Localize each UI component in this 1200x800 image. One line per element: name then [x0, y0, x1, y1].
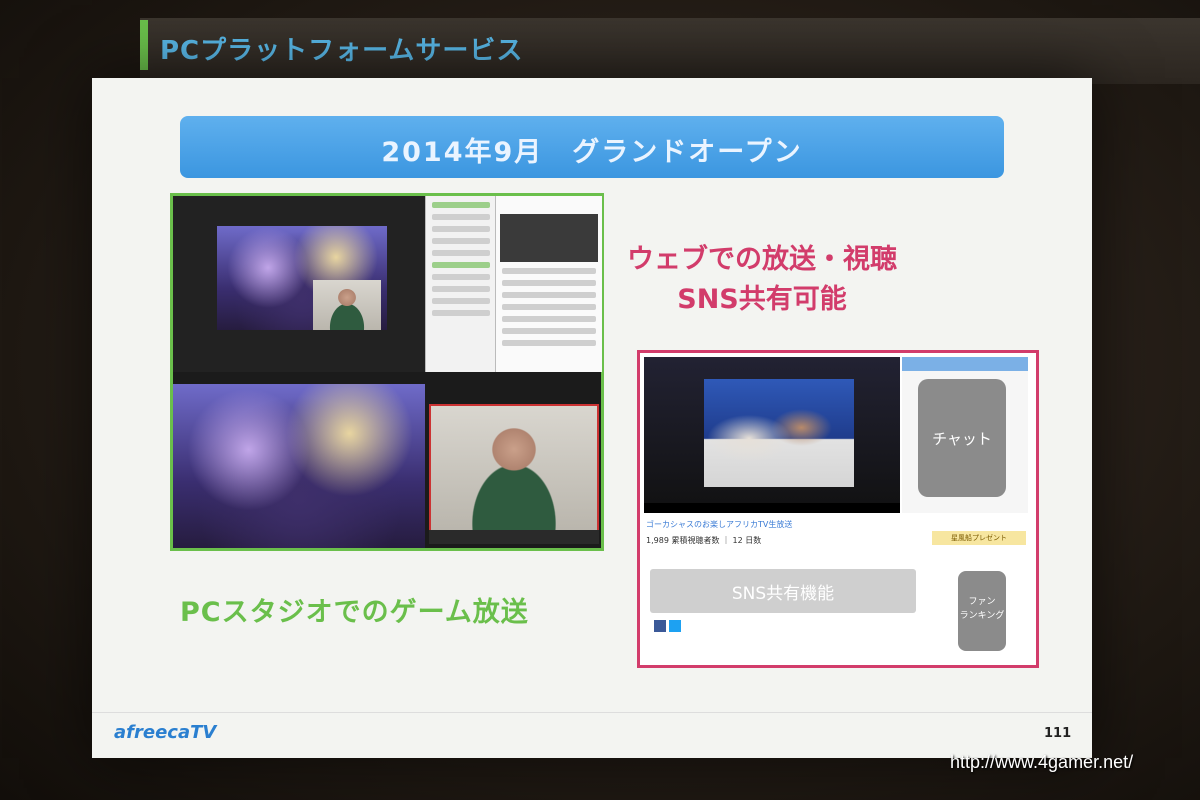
- presentation-slide: 2014年9月 グランドオープン PCスタジオでのゲーム放送 ウェブでの放送・視…: [92, 78, 1092, 758]
- fan-ranking-box: ファン ランキング: [958, 571, 1006, 651]
- cam-toolbar: [429, 530, 599, 544]
- sns-share-box: SNS共有機能: [650, 569, 916, 613]
- heading-line-2: SNS共有可能: [677, 284, 847, 315]
- chat-panel: [495, 196, 602, 372]
- pc-studio-screenshot: [170, 193, 604, 551]
- web-broadcast-heading: ウェブでの放送・視聴 SNS共有可能: [612, 240, 912, 320]
- present-button: 星風船プレゼント: [932, 531, 1026, 545]
- footer-divider: [92, 712, 1092, 713]
- facebook-icon: [654, 620, 666, 632]
- settings-panel: [425, 196, 496, 372]
- game-fullview: [173, 384, 425, 548]
- site-watermark: http://www.4gamer.net/: [950, 752, 1134, 772]
- banner-text: 2014年9月 グランドオープン: [381, 137, 803, 168]
- ranking-line-2: ランキング: [959, 611, 1005, 621]
- viewer-stats: 1,989 累積視聴者数 ｜ 12 日数: [646, 536, 762, 545]
- twitter-icon: [669, 620, 681, 632]
- afreecatv-logo: afreecaTV: [114, 722, 217, 743]
- web-viewer-screenshot: チャット ゴーカシャスのお楽しアフリカTV生放送 1,989 累積視聴者数 ｜ …: [637, 350, 1039, 668]
- heading-line-1: ウェブでの放送・視聴: [627, 244, 897, 275]
- studio-broadcast-frame: [704, 379, 854, 487]
- stream-title-link: ゴーカシャスのお楽しアフリカTV生放送: [646, 520, 793, 529]
- page-number: 111: [1044, 726, 1072, 741]
- date-banner: 2014年9月 グランドオープン: [180, 116, 1004, 178]
- preview-window: [173, 196, 425, 372]
- player-controls: [644, 503, 900, 513]
- webcam-fullview: [429, 404, 599, 532]
- video-player: [644, 357, 900, 513]
- chat-label-box: チャット: [918, 379, 1006, 497]
- section-title: PCプラットフォームサービス: [160, 36, 524, 66]
- ranking-line-1: ファン: [968, 597, 996, 607]
- webcam-preview: [313, 280, 381, 330]
- left-caption: PCスタジオでのゲーム放送: [180, 597, 529, 628]
- sns-icons: [654, 617, 684, 636]
- chat-tabs: [902, 357, 1028, 371]
- header-accent-bar: [140, 20, 148, 70]
- chat-column: チャット: [902, 357, 1028, 513]
